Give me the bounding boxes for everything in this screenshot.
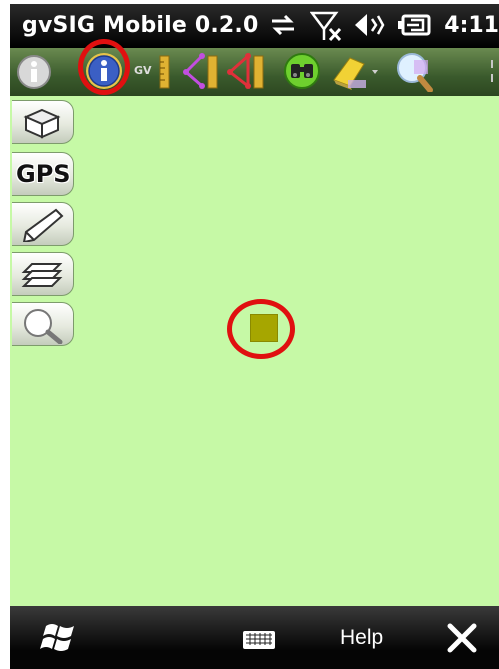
measure-area-tool[interactable] [226, 50, 266, 92]
keyboard-button[interactable] [242, 630, 276, 655]
sidebar-item-gps[interactable]: GPS [12, 152, 74, 196]
point-highlight [227, 299, 295, 359]
toolbar-overflow-handle[interactable] [480, 50, 498, 92]
info-tool-highlight [78, 39, 130, 95]
measure-distance-tool[interactable] [180, 50, 220, 92]
app-title: gvSIG Mobile 0.2.0 [22, 13, 259, 38]
cube-icon [23, 108, 61, 139]
zoom-tool[interactable] [390, 50, 433, 92]
bottom-bar: Help [10, 606, 499, 669]
info-icon [17, 55, 51, 89]
battery-icon[interactable] [395, 10, 431, 40]
help-softkey[interactable]: Help [340, 626, 383, 650]
close-button[interactable] [446, 622, 478, 659]
keyboard-icon [243, 631, 275, 649]
status-bar: gvSIG Mobile 0.2.0 4:11 [10, 4, 499, 48]
windows-start-icon [40, 624, 74, 651]
clock[interactable]: 4:11 [444, 13, 499, 38]
pencil-icon [22, 208, 64, 242]
signal-off-icon[interactable] [310, 10, 344, 42]
svg-text:GV: GV [134, 64, 152, 77]
distance-ruler-icon [183, 53, 218, 89]
layers-icon [21, 263, 63, 287]
magnifier-icon [24, 309, 63, 344]
zoom-icon [397, 53, 433, 92]
find-tool[interactable] [282, 50, 322, 92]
gps-ruler-icon: GV [134, 55, 170, 89]
volume-icon[interactable] [353, 10, 387, 40]
sidebar-item-3d-layers[interactable] [12, 100, 74, 144]
connectivity-icon[interactable] [268, 10, 298, 40]
windows-start-button[interactable] [40, 620, 80, 661]
gps-line-tool[interactable]: GV [134, 50, 174, 92]
gps-label: GPS [16, 160, 71, 188]
area-ruler-icon [227, 52, 264, 90]
sidebar-item-edit[interactable] [12, 202, 74, 246]
eraser-icon [333, 57, 378, 90]
sidebar-item-search[interactable] [12, 302, 74, 346]
info-tool-grey[interactable] [14, 50, 54, 92]
binoculars-icon [284, 53, 320, 89]
sidebar-item-layers[interactable] [12, 252, 74, 296]
close-icon [447, 623, 477, 653]
device-screen: gvSIG Mobile 0.2.0 4:11 GV GPS Help [0, 0, 499, 669]
eraser-tool[interactable] [328, 50, 378, 92]
